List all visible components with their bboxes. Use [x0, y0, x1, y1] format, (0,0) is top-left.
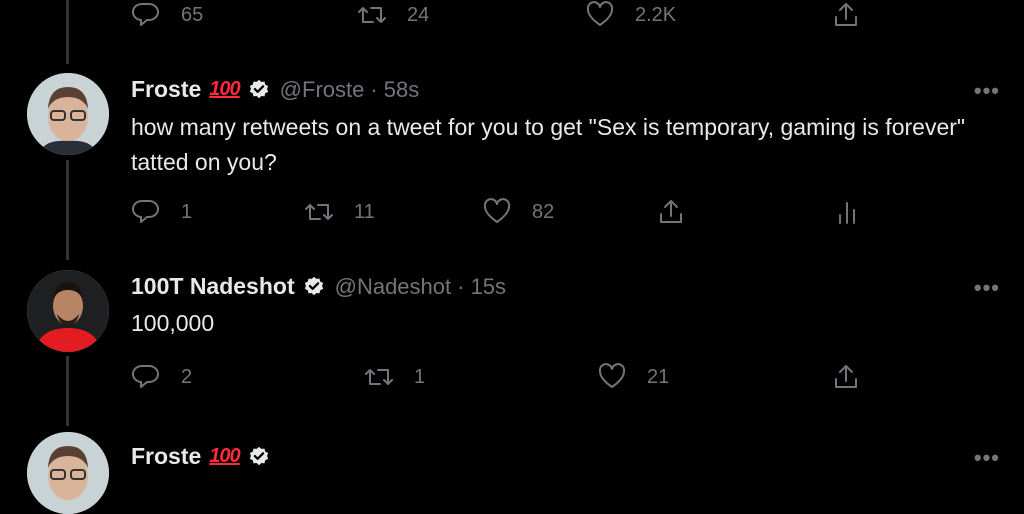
share-button[interactable]: [831, 362, 861, 392]
retweet-count: 11: [354, 200, 375, 223]
retweet-count: 24: [407, 3, 430, 26]
handle[interactable]: @Froste: [280, 77, 365, 103]
display-name[interactable]: 100T Nadeshot: [131, 273, 295, 300]
tweet-header: 100T Nadeshot @Nadeshot · 15s: [131, 273, 506, 300]
retweet-icon: [305, 204, 333, 220]
display-name[interactable]: Froste: [131, 76, 201, 103]
reply-button[interactable]: 1: [131, 197, 192, 227]
tweet-header: Froste 100 @Froste · 58s: [131, 76, 419, 103]
avatar[interactable]: [27, 73, 109, 155]
reply-count: 2: [181, 365, 193, 388]
tweet-header: Froste 100: [131, 443, 270, 470]
avatar-image: [27, 73, 109, 155]
reply-count: 65: [181, 3, 204, 26]
analytics-button[interactable]: [832, 197, 862, 227]
reply-button[interactable]: 65: [131, 0, 203, 30]
timestamp[interactable]: · 15s: [457, 274, 506, 300]
thread-line: [66, 0, 69, 64]
like-button[interactable]: 21: [597, 362, 669, 392]
more-options-button[interactable]: •••: [974, 78, 1000, 104]
like-count: 21: [647, 365, 670, 388]
display-name[interactable]: Froste: [131, 443, 201, 470]
timestamp[interactable]: · 58s: [370, 77, 419, 103]
reply-count: 1: [181, 200, 193, 223]
retweet-icon: [358, 7, 386, 23]
avatar[interactable]: [27, 270, 109, 352]
verified-badge-icon: [304, 276, 323, 295]
share-button[interactable]: [656, 197, 686, 227]
thread-line: [66, 356, 69, 426]
avatar-image: [27, 270, 109, 352]
share-button[interactable]: [831, 0, 861, 30]
retweet-count: 1: [414, 365, 426, 388]
like-count: 2.2K: [635, 3, 677, 26]
share-icon: [660, 200, 682, 223]
share-icon: [835, 365, 857, 388]
reply-icon: [132, 364, 159, 388]
verified-badge-icon: [249, 446, 268, 465]
reply-icon: [132, 2, 159, 26]
verified-badge-icon: [249, 79, 268, 98]
avatar-image: [27, 432, 109, 514]
more-options-button[interactable]: •••: [974, 445, 1000, 471]
analytics-icon: [839, 202, 855, 224]
more-options-button[interactable]: •••: [974, 275, 1000, 301]
retweet-icon: [365, 369, 393, 385]
share-icon: [835, 3, 857, 26]
like-count: 82: [532, 200, 555, 223]
tweet-text: 100,000: [131, 310, 215, 336]
tweet-text: how many retweets on a tweet for you to …: [131, 114, 966, 175]
hundred-points-emoji: 100: [209, 78, 240, 100]
retweet-button[interactable]: 1: [364, 362, 425, 392]
hundred-points-emoji: 100: [209, 445, 240, 467]
thread-line: [66, 160, 69, 260]
handle[interactable]: @Nadeshot: [335, 274, 452, 300]
like-button[interactable]: 2.2K: [585, 0, 676, 30]
like-icon: [586, 1, 614, 26]
retweet-button[interactable]: 24: [357, 0, 429, 30]
like-icon: [483, 198, 511, 223]
reply-icon: [132, 199, 159, 223]
like-icon: [598, 363, 626, 388]
like-button[interactable]: 82: [482, 197, 554, 227]
retweet-button[interactable]: 11: [304, 197, 375, 227]
avatar[interactable]: [27, 432, 109, 514]
reply-button[interactable]: 2: [131, 362, 192, 392]
